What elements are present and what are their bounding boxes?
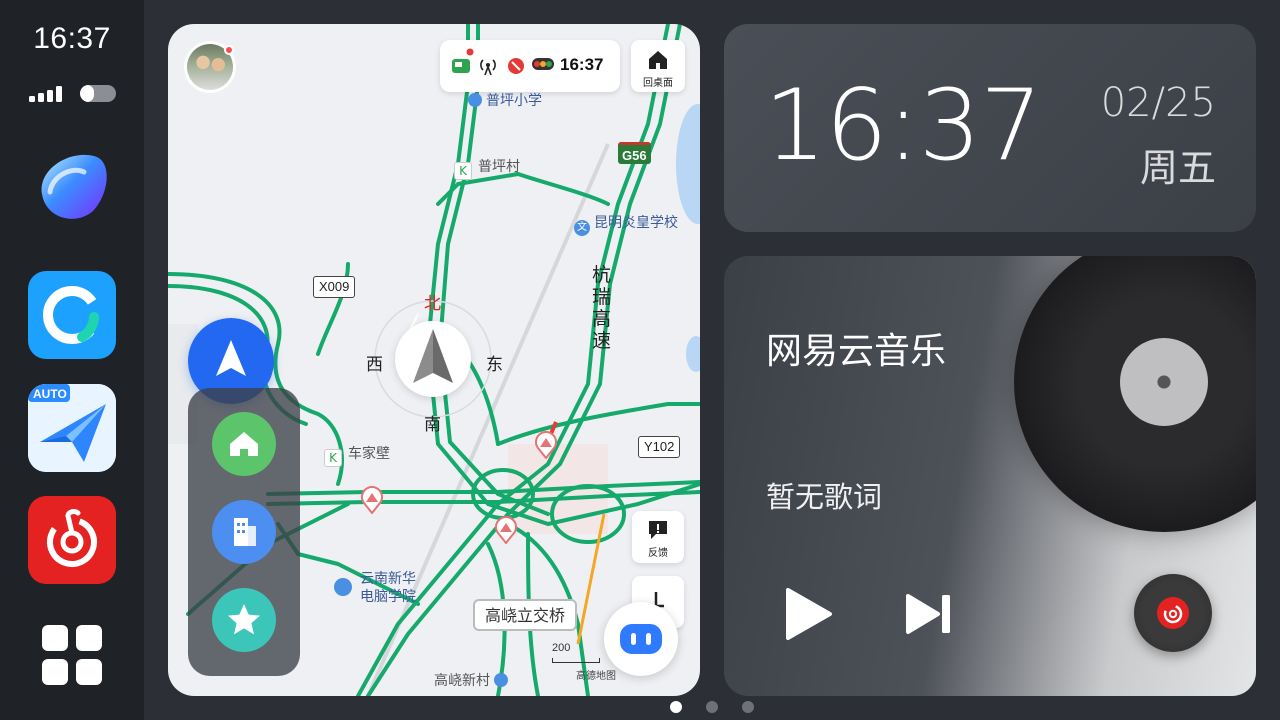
status-chip-time: 16:37 bbox=[560, 55, 604, 74]
amap-auto-icon[interactable]: AUTO bbox=[28, 384, 116, 472]
road-shield-y102: Y102 bbox=[638, 436, 681, 458]
voice-assistant-button[interactable] bbox=[604, 602, 678, 676]
play-button[interactable] bbox=[782, 586, 834, 642]
page-dot-1[interactable] bbox=[670, 701, 682, 713]
compass-east: 东 bbox=[486, 355, 503, 375]
c-app-icon[interactable] bbox=[28, 271, 116, 359]
school-pin-icon: 文 bbox=[574, 220, 590, 236]
bridge-label[interactable]: 高峣立交桥 bbox=[473, 599, 578, 631]
map-panel[interactable]: 16:37 回桌面 普坪小学 K 普坪村 文昆明炎皇学校 K 车家壁 云南新华 电脑… bbox=[168, 24, 700, 696]
map-scale-bar bbox=[552, 658, 600, 663]
traffic-light-icon bbox=[532, 58, 554, 70]
building-icon bbox=[234, 518, 256, 546]
map-scale: 200 bbox=[552, 642, 571, 654]
home-icon bbox=[230, 432, 258, 456]
compass-arrow-icon bbox=[413, 329, 453, 383]
music-widget[interactable]: 网易云音乐 暂无歌词 bbox=[724, 256, 1256, 696]
play-icon bbox=[786, 588, 832, 640]
place-pin-icon bbox=[494, 673, 508, 687]
clock-weekday: 周五 bbox=[1139, 146, 1216, 190]
compass-north: 北 bbox=[424, 294, 441, 314]
dock: 16:37 AUTO bbox=[0, 0, 144, 720]
home-icon bbox=[649, 51, 667, 69]
status-time: 16:37 bbox=[33, 22, 111, 55]
feedback-label: 反馈 bbox=[648, 548, 668, 559]
compass-button[interactable] bbox=[395, 321, 471, 397]
poi-bus-stop-2[interactable]: K 车家壁 bbox=[324, 443, 390, 467]
road-shield-g56: G56 bbox=[618, 142, 651, 164]
poi-bus-stop[interactable]: K 普坪村 bbox=[454, 156, 520, 180]
back-to-desktop-button[interactable]: 回桌面 bbox=[631, 40, 685, 92]
next-track-button[interactable] bbox=[904, 592, 954, 636]
app-library-grid-icon[interactable] bbox=[42, 625, 102, 685]
construction-icon[interactable] bbox=[360, 486, 384, 514]
poi-school-2[interactable]: 文昆明炎皇学校 bbox=[574, 212, 678, 236]
construction-icon[interactable] bbox=[494, 516, 518, 544]
construction-icon[interactable] bbox=[534, 431, 558, 459]
signal-icon bbox=[29, 85, 67, 102]
assistant-robot-icon bbox=[620, 624, 662, 654]
clock-time: 16:37 bbox=[764, 69, 1042, 183]
car-icon bbox=[452, 48, 474, 73]
siri-app-icon[interactable] bbox=[28, 142, 116, 230]
favorites-button[interactable] bbox=[212, 588, 276, 652]
road-shield-x009: X009 bbox=[313, 276, 356, 298]
music-app-title: 网易云音乐 bbox=[766, 331, 947, 372]
battery-level bbox=[80, 85, 95, 102]
school-pin-icon bbox=[468, 93, 482, 107]
clock-date: 02/25 bbox=[1100, 80, 1216, 126]
vinyl-record-icon bbox=[1014, 256, 1256, 532]
user-avatar[interactable] bbox=[184, 41, 236, 93]
svg-text:AUTO: AUTO bbox=[33, 387, 67, 401]
go-home-button[interactable] bbox=[212, 412, 276, 476]
poi-school-3[interactable]: 云南新华 电脑学院 bbox=[334, 570, 416, 606]
notification-dot bbox=[224, 45, 234, 55]
poi-place[interactable]: 高峣新村 bbox=[434, 670, 508, 690]
expressway-label: 杭瑞高速 bbox=[592, 264, 612, 352]
feedback-icon bbox=[649, 521, 667, 539]
page-indicator[interactable] bbox=[668, 701, 758, 715]
netease-music-source-icon[interactable] bbox=[1134, 574, 1212, 652]
page-dot-3[interactable] bbox=[742, 701, 754, 713]
school-pin-icon bbox=[334, 578, 352, 596]
vehicle-status-chip[interactable]: 16:37 bbox=[440, 40, 620, 92]
signal-tower-icon bbox=[480, 59, 496, 76]
clock-widget[interactable]: 16:37 02/25 周五 bbox=[724, 24, 1256, 232]
bus-stop-icon: K bbox=[454, 162, 472, 180]
mic-off-icon bbox=[508, 58, 524, 74]
back-to-desktop-label: 回桌面 bbox=[643, 78, 673, 89]
star-icon bbox=[228, 604, 260, 635]
netease-music-app-icon[interactable] bbox=[28, 496, 116, 584]
music-lyrics: 暂无歌词 bbox=[766, 480, 883, 514]
bus-stop-icon: K bbox=[324, 449, 342, 467]
vinyl-label bbox=[1120, 338, 1208, 426]
compass-south: 南 bbox=[424, 415, 441, 435]
feedback-button[interactable]: 反馈 bbox=[632, 511, 684, 563]
page-dot-2[interactable] bbox=[706, 701, 718, 713]
go-to-work-button[interactable] bbox=[212, 500, 276, 564]
quick-destinations-panel bbox=[188, 388, 300, 676]
compass-west: 西 bbox=[366, 355, 383, 375]
battery-icon bbox=[80, 85, 116, 102]
poi-school[interactable]: 普坪小学 bbox=[468, 90, 542, 110]
next-track-icon bbox=[906, 594, 950, 634]
